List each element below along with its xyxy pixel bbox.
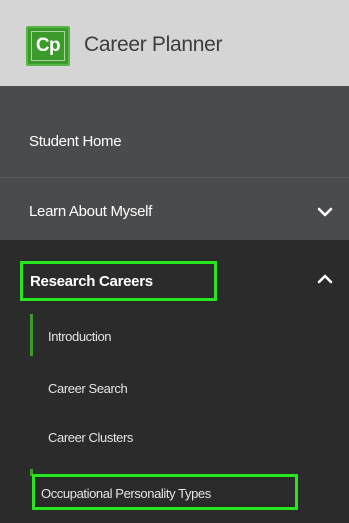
chevron-up-icon[interactable] bbox=[317, 274, 333, 284]
subnav-item-label: Career Search bbox=[48, 381, 128, 396]
chevron-down-icon[interactable] bbox=[317, 207, 333, 217]
app-header: Cp Career Planner bbox=[0, 0, 349, 86]
nav-item-label: Research Careers bbox=[30, 273, 153, 290]
nav-item-research-careers[interactable]: Research Careers bbox=[20, 261, 217, 301]
nav-item-label: Student Home bbox=[29, 133, 122, 150]
career-planner-logo[interactable]: Cp bbox=[26, 26, 70, 66]
nav-section-research-careers: Research Careers Introduction Career Sea… bbox=[0, 240, 349, 523]
subnav-item-label: Occupational Personality Types bbox=[41, 486, 211, 501]
nav-item-learn-about-myself[interactable]: Learn About Myself bbox=[0, 178, 349, 240]
logo-text: Cp bbox=[31, 31, 65, 61]
subnav-item-label: Introduction bbox=[48, 329, 112, 344]
nav-item-student-home[interactable]: Student Home bbox=[0, 86, 349, 178]
app-title: Career Planner bbox=[84, 33, 223, 56]
active-item-indicator bbox=[30, 314, 33, 356]
subnav-item-occupational-personality-types[interactable]: Occupational Personality Types bbox=[32, 474, 298, 510]
nav-item-label: Learn About Myself bbox=[29, 203, 153, 220]
subnav-item-label: Career Clusters bbox=[48, 430, 134, 445]
